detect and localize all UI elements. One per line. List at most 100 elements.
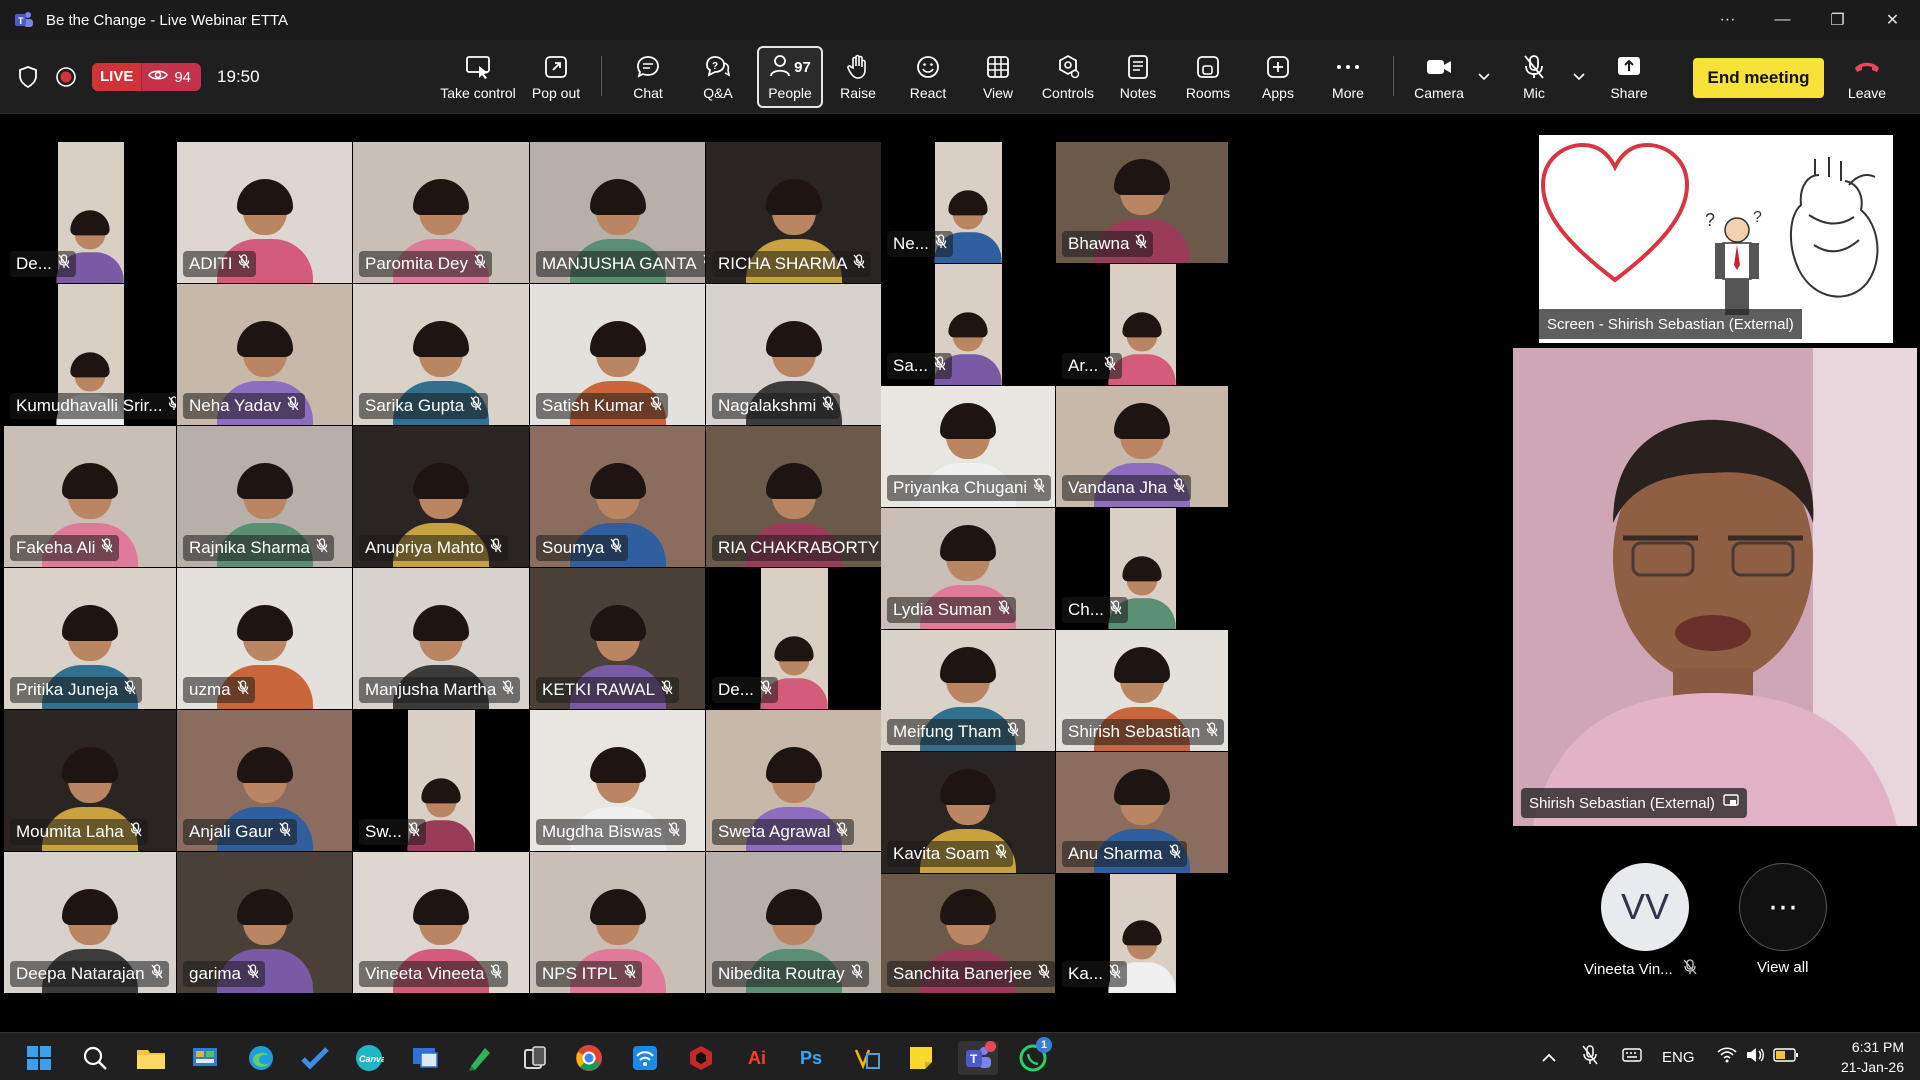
participant-tile[interactable]: Fakeha Ali (4, 426, 177, 568)
canva-icon[interactable]: Canva (352, 1041, 386, 1075)
participant-tile[interactable]: RICHA SHARMA (706, 142, 883, 284)
wifi-icon[interactable] (1716, 1047, 1737, 1067)
phone-link-icon[interactable] (518, 1041, 552, 1075)
participant-tile[interactable]: MANJUSHA GANTA (530, 142, 706, 284)
teams-taskbar-icon[interactable]: T (958, 1041, 998, 1075)
participant-tile[interactable]: De... (706, 568, 883, 710)
mic-options-chevron-icon[interactable] (1570, 68, 1588, 86)
participant-tile[interactable]: Manjusha Martha (353, 568, 530, 710)
end-meeting-button[interactable]: End meeting (1693, 58, 1824, 98)
chevron-up-icon[interactable] (1542, 1049, 1556, 1066)
participant-tile[interactable]: Ka... (1056, 874, 1229, 994)
mic-muted-tray-icon[interactable] (1582, 1045, 1598, 1069)
language-indicator[interactable]: ENG (1662, 1049, 1695, 1066)
participant-tile[interactable]: Anu Sharma (1056, 752, 1229, 874)
participant-tile[interactable]: Vandana Jha (1056, 386, 1229, 508)
camera-options-chevron-icon[interactable] (1475, 68, 1493, 86)
participant-tile[interactable]: Paromita Dey (353, 142, 530, 284)
volume-icon[interactable] (1745, 1047, 1765, 1067)
participant-tile[interactable]: Sweta Agrawal (706, 710, 883, 852)
active-speaker-video[interactable]: Shirish Sebastian (External) (1513, 348, 1917, 826)
control-panel-icon[interactable] (188, 1041, 222, 1075)
controls-button[interactable]: Controls (1035, 46, 1101, 108)
participant-tile[interactable]: Sw... (353, 710, 530, 852)
participant-tile[interactable]: De... (4, 142, 177, 284)
apps-button[interactable]: Apps (1245, 46, 1311, 108)
participant-tile[interactable]: ADITI (177, 142, 353, 284)
participant-tile[interactable]: Nagalakshmi (706, 284, 883, 426)
share-button[interactable]: Share (1596, 46, 1662, 108)
participant-tile[interactable]: Sa... (881, 264, 1056, 386)
shared-screen-preview[interactable]: ? ? Screen - Shirish Sebastian (External… (1539, 135, 1893, 343)
participant-tile[interactable]: garima (177, 852, 353, 994)
participant-tile[interactable]: Priyanka Chugani (881, 386, 1056, 508)
participant-tile[interactable]: Ar... (1056, 264, 1229, 386)
vs-icon[interactable] (850, 1041, 884, 1075)
taskbar-clock[interactable]: 6:31 PM 21-Jan-26 (1841, 1037, 1904, 1077)
participant-tile[interactable]: RIA CHAKRABORTY (706, 426, 883, 568)
participant-tile[interactable]: Ne... (881, 142, 1056, 264)
more-options-icon[interactable]: ··· (1700, 0, 1755, 40)
pen-app-icon[interactable] (462, 1041, 496, 1075)
participant-tile[interactable]: Nibedita Routray (706, 852, 883, 994)
shield-icon[interactable] (16, 65, 40, 89)
react-button[interactable]: React (895, 46, 961, 108)
participant-tile[interactable]: Soumya (530, 426, 706, 568)
participant-tile[interactable]: Neha Yadav (177, 284, 353, 426)
mic-button[interactable]: Mic (1501, 46, 1567, 108)
rooms-button[interactable]: Rooms (1175, 46, 1241, 108)
camera-button[interactable]: Camera (1406, 46, 1472, 108)
participant-tile[interactable]: Satish Kumar (530, 284, 706, 426)
todo-icon[interactable] (298, 1041, 332, 1075)
participant-tile[interactable]: Moumita Laha (4, 710, 177, 852)
participant-tile[interactable]: Mugdha Biswas (530, 710, 706, 852)
chrome-icon[interactable] (572, 1041, 606, 1075)
windows-start-icon[interactable] (22, 1041, 56, 1075)
participant-tile[interactable]: Anupriya Mahto (353, 426, 530, 568)
edge-browser-icon[interactable] (244, 1041, 278, 1075)
participant-tile[interactable]: Sarika Gupta (353, 284, 530, 426)
battery-icon[interactable] (1772, 1048, 1799, 1066)
more-button[interactable]: More (1315, 46, 1381, 108)
people-button[interactable]: 97 People (757, 46, 823, 108)
avatar[interactable]: VV (1601, 863, 1689, 951)
participant-tile[interactable]: Vineeta Vineeta (353, 852, 530, 994)
view-all-button[interactable]: ⋯ (1739, 863, 1827, 951)
take-control-button[interactable]: Take control (440, 46, 516, 108)
participant-tile[interactable]: Shirish Sebastian (1056, 630, 1229, 752)
pop-out-button[interactable]: Pop out (523, 46, 589, 108)
participant-tile[interactable]: Sanchita Banerjee (881, 874, 1056, 994)
participant-tile[interactable]: Anjali Gaur (177, 710, 353, 852)
sticky-notes-icon[interactable] (904, 1041, 938, 1075)
search-icon[interactable] (78, 1041, 112, 1075)
close-button[interactable]: ✕ (1865, 0, 1920, 40)
participant-tile[interactable]: Kumudhavalli Srir... (4, 284, 177, 426)
restore-button[interactable]: ❐ (1810, 0, 1865, 40)
participant-tile[interactable]: Deepa Natarajan (4, 852, 177, 994)
participant-tile[interactable]: uzma (177, 568, 353, 710)
participant-tile[interactable]: Bhawna (1056, 142, 1229, 264)
participant-tile[interactable]: Lydia Suman (881, 508, 1056, 630)
keyboard-icon[interactable] (1622, 1048, 1642, 1066)
minimize-button[interactable]: — (1755, 0, 1810, 40)
participant-tile[interactable]: NPS ITPL (530, 852, 706, 994)
wifi-app-icon[interactable] (628, 1041, 662, 1075)
participant-tile[interactable]: Rajnika Sharma (177, 426, 353, 568)
photoshop-icon[interactable]: Ps (794, 1041, 828, 1075)
participant-tile[interactable]: Ch... (1056, 508, 1229, 630)
illustrator-icon[interactable]: Ai (740, 1041, 774, 1075)
leave-button[interactable]: Leave (1834, 46, 1900, 108)
participant-tile[interactable]: KETKI RAWAL (530, 568, 706, 710)
remote-desktop-icon[interactable] (408, 1041, 442, 1075)
security-app-icon[interactable] (684, 1041, 718, 1075)
file-explorer-icon[interactable] (134, 1041, 168, 1075)
participant-tile[interactable]: Pritika Juneja (4, 568, 177, 710)
qa-button[interactable]: ? Q&A (685, 46, 751, 108)
notes-button[interactable]: Notes (1105, 46, 1171, 108)
whatsapp-icon[interactable]: 1 (1016, 1037, 1052, 1075)
view-button[interactable]: View (965, 46, 1031, 108)
raise-hand-button[interactable]: Raise (825, 46, 891, 108)
participant-tile[interactable]: Kavita Soam (881, 752, 1056, 874)
chat-button[interactable]: Chat (615, 46, 681, 108)
participant-tile[interactable]: Meifung Tham (881, 630, 1056, 752)
